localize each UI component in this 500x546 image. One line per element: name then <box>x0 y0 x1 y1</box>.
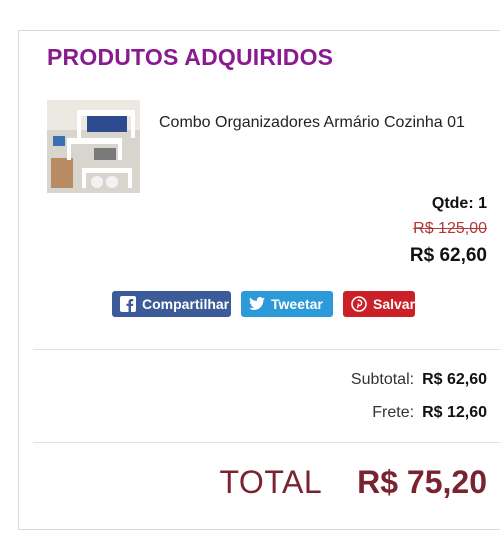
pinterest-icon <box>351 296 367 312</box>
subtotal-row: Subtotal: R$ 62,60 <box>351 371 487 389</box>
facebook-icon <box>120 296 136 312</box>
divider <box>33 349 500 350</box>
total-row: TOTAL R$ 75,20 <box>219 464 487 501</box>
subtotal-value: R$ 62,60 <box>422 371 487 388</box>
quantity-label: Qtde: 1 <box>431 195 487 212</box>
pinterest-save-label: Salvar <box>373 296 416 312</box>
facebook-share-button[interactable]: Compartilhar <box>112 291 231 317</box>
facebook-share-label: Compartilhar <box>142 296 230 312</box>
shipping-value: R$ 12,60 <box>422 404 487 421</box>
pinterest-save-button[interactable]: Salvar <box>343 291 415 317</box>
shipping-row: Frete: R$ 12,60 <box>372 404 487 422</box>
total-label: TOTAL <box>219 464 323 500</box>
subtotal-label: Subtotal: <box>350 371 415 388</box>
divider <box>33 442 500 443</box>
total-value: R$ 75,20 <box>357 464 487 500</box>
twitter-share-label: Tweetar <box>271 296 323 312</box>
product-thumbnail[interactable] <box>47 100 140 193</box>
twitter-share-button[interactable]: Tweetar <box>241 291 333 317</box>
section-title: PRODUTOS ADQUIRIDOS <box>47 44 334 70</box>
share-buttons: Compartilhar Tweetar Salvar <box>112 291 415 317</box>
shipping-label: Frete: <box>372 404 415 421</box>
product-image-icon <box>47 100 140 193</box>
original-price: R$ 125,00 <box>413 220 487 237</box>
twitter-bird-icon <box>249 296 265 312</box>
product-name[interactable]: Combo Organizadores Armário Cozinha 01 <box>159 114 469 132</box>
current-price: R$ 62,60 <box>409 245 487 266</box>
